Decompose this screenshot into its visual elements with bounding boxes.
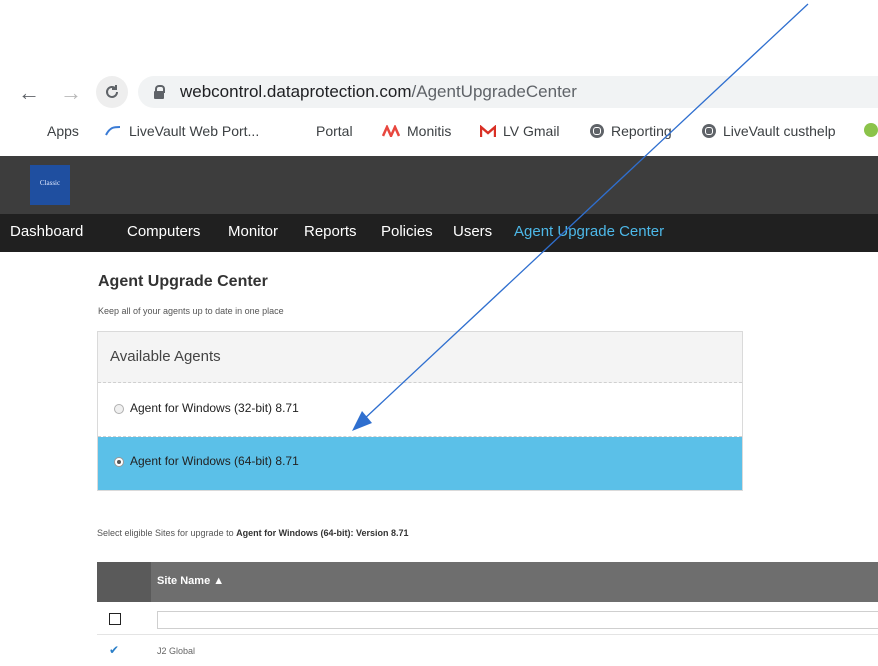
back-arrow-icon[interactable]: ← xyxy=(18,80,40,106)
lock-icon xyxy=(154,85,165,99)
page-subtitle: Keep all of your agents up to date in on… xyxy=(98,306,284,316)
filter-row xyxy=(97,604,878,635)
table-header: Site Name ▲ xyxy=(97,562,878,602)
bookmark-partial[interactable] xyxy=(864,123,878,137)
bookmark-monitis[interactable]: Monitis xyxy=(382,123,451,139)
select-sites-note: Select eligible Sites for upgrade to Age… xyxy=(97,528,409,538)
bookmark-livevault-custhelp[interactable]: LiveVault custhelp xyxy=(702,123,836,139)
radio-button[interactable] xyxy=(114,404,124,414)
nav-dashboard[interactable]: Dashboard xyxy=(10,223,83,240)
monitis-icon xyxy=(382,125,400,137)
nav-policies[interactable]: Policies xyxy=(381,223,433,240)
select-all-checkbox[interactable] xyxy=(109,613,121,625)
bookmark-reporting[interactable]: Reporting xyxy=(590,123,672,139)
globe-icon xyxy=(590,124,604,138)
site-name-filter-input[interactable] xyxy=(157,611,878,629)
gmail-icon xyxy=(480,124,496,137)
table-row[interactable]: ✔ J2 Global xyxy=(97,638,878,666)
globe-icon xyxy=(702,124,716,138)
address-bar[interactable]: webcontrol.dataprotection.com/AgentUpgra… xyxy=(138,76,878,108)
browser-toolbar: ← → webcontrol.dataprotection.com/AgentU… xyxy=(0,76,878,110)
app-header: Classic xyxy=(0,156,878,214)
extension-icon xyxy=(864,123,878,137)
nav-monitor[interactable]: Monitor xyxy=(228,223,278,240)
site-name-column-header[interactable]: Site Name ▲ xyxy=(157,575,224,587)
bookmarks-bar: Apps LiveVault Web Port... Portal Moniti… xyxy=(0,118,878,148)
url-text: webcontrol.dataprotection.com/AgentUpgra… xyxy=(180,82,577,101)
radio-button-selected[interactable] xyxy=(114,457,124,467)
nav-reports[interactable]: Reports xyxy=(304,223,357,240)
available-agents-panel: Available Agents Agent for Windows (32-b… xyxy=(97,331,743,491)
page-title: Agent Upgrade Center xyxy=(98,273,268,290)
agent-option-32bit[interactable]: Agent for Windows (32-bit) 8.71 xyxy=(98,384,742,437)
forward-arrow-icon[interactable]: → xyxy=(60,80,82,106)
bookmark-livevault-web-portal[interactable]: LiveVault Web Port... xyxy=(104,123,259,139)
main-navigation: Dashboard Computers Monitor Reports Poli… xyxy=(0,214,878,252)
panel-header: Available Agents xyxy=(98,332,742,383)
apps-grid-icon xyxy=(24,123,40,139)
bookmark-portal[interactable]: Portal xyxy=(316,123,353,139)
nav-computers[interactable]: Computers xyxy=(127,223,200,240)
classic-logo[interactable]: Classic xyxy=(30,165,70,205)
nav-agent-upgrade-center[interactable]: Agent Upgrade Center xyxy=(514,223,664,240)
checkmark-icon[interactable]: ✔ xyxy=(109,643,119,657)
reload-icon[interactable] xyxy=(96,76,128,108)
bookmark-apps[interactable]: Apps xyxy=(24,123,79,139)
nav-users[interactable]: Users xyxy=(453,223,492,240)
bookmark-lv-gmail[interactable]: LV Gmail xyxy=(480,123,560,139)
livevault-icon xyxy=(105,126,121,136)
checkbox-column-header xyxy=(97,562,151,602)
agent-option-64bit[interactable]: Agent for Windows (64-bit) 8.71 xyxy=(98,437,742,490)
